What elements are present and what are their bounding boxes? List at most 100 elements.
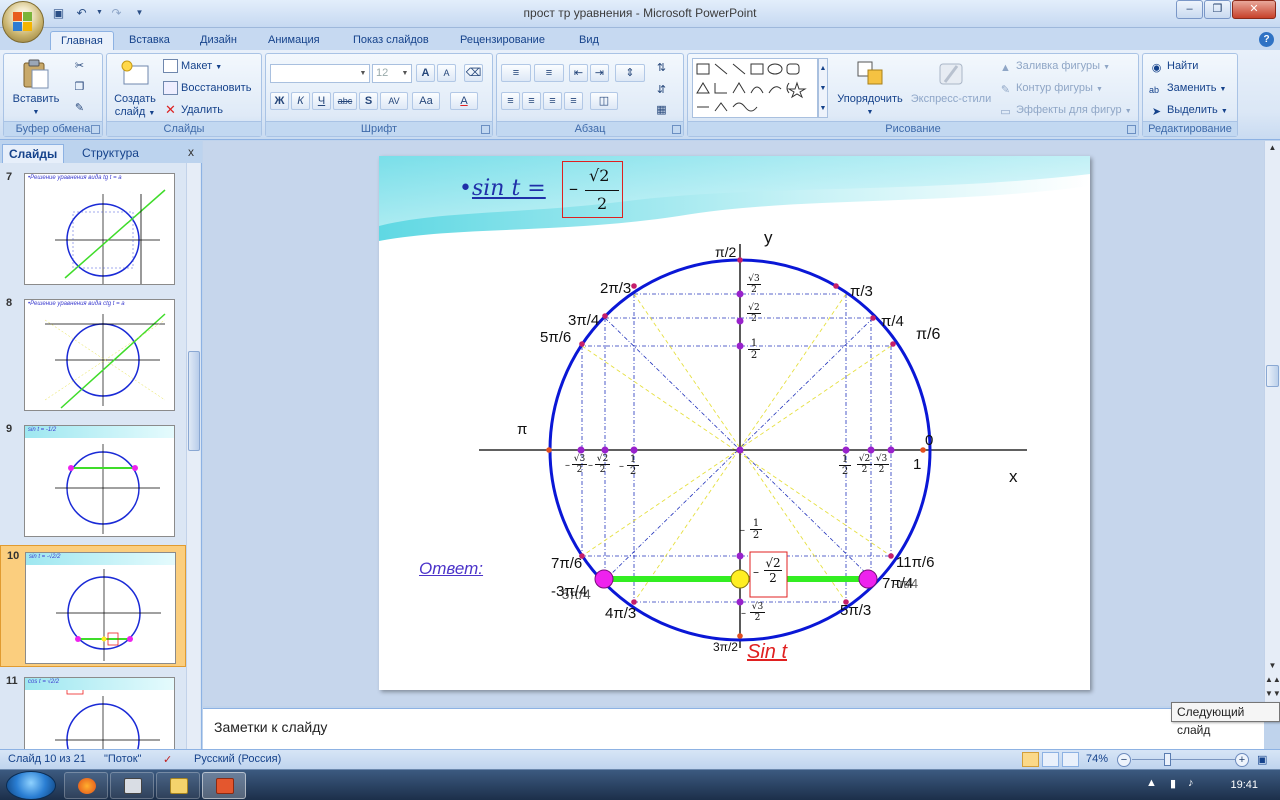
tab-slides[interactable]: Слайды (2, 144, 65, 163)
taskbar-firefox[interactable] (64, 772, 108, 799)
minimize-button[interactable]: – (1176, 0, 1203, 19)
quick-styles-button[interactable]: Экспресс-стили (908, 58, 994, 106)
shadow-button[interactable]: S (359, 92, 378, 110)
slideshow-view-icon[interactable] (1062, 752, 1079, 767)
decrease-indent-icon[interactable]: ⇤ (569, 64, 588, 82)
zoom-level[interactable]: 74% (1086, 753, 1108, 765)
shapes-gallery-scroll[interactable]: ▲ ▼ ▼ (818, 58, 828, 118)
shape-fill-button[interactable]: ▲ Заливка фигуры ▼ (998, 57, 1110, 75)
paragraph-launcher-icon[interactable] (672, 125, 681, 134)
zoom-slider-track[interactable] (1132, 759, 1235, 760)
font-size-combo[interactable]: 12 ▼ (372, 64, 412, 83)
tab-home[interactable]: Главная (50, 31, 114, 50)
taskbar-calculator[interactable] (110, 772, 154, 799)
select-button[interactable]: ➤ Выделить ▼ (1149, 101, 1228, 119)
justify-icon[interactable]: ≡ (564, 92, 583, 110)
grow-font-button[interactable]: A (416, 64, 435, 82)
slide-thumbnail-11[interactable]: 11 cos t = √2/2 (0, 671, 186, 749)
numbering-icon[interactable]: ≡ (534, 64, 564, 82)
clock[interactable]: 19:41 (1230, 779, 1258, 791)
show-hidden-icons-icon[interactable]: ▲ (1146, 777, 1157, 789)
scroll-down-icon[interactable]: ▼ (1265, 659, 1280, 673)
spellcheck-icon[interactable]: ✓ (163, 753, 172, 766)
slide-canvas[interactable]: •sin t = – √2 2 y x π/2 π/3 π/4 π/6 2π/3… (379, 156, 1090, 690)
slide-thumbnail-7[interactable]: 7 •Решение уравнения вида tg t = a (0, 167, 186, 289)
italic-button[interactable]: К (291, 92, 310, 110)
text-direction-icon[interactable]: ⇅ (652, 60, 671, 78)
scroll-thumb[interactable] (188, 351, 200, 451)
tab-outline[interactable]: Структура (76, 144, 145, 163)
scroll-thumb[interactable] (1266, 365, 1279, 387)
network-icon[interactable]: ▮ (1170, 777, 1176, 790)
replace-button[interactable]: ab Заменить ▼ (1149, 79, 1226, 97)
shape-effects-button[interactable]: ▭ Эффекты для фигур ▼ (998, 101, 1131, 119)
copy-icon[interactable]: ❐ (70, 79, 89, 97)
slide-thumbnail-8[interactable]: 8 •Решение уравнения вида ctg t = a (0, 293, 186, 415)
tab-design[interactable]: Дизайн (190, 31, 247, 50)
zoom-in-icon[interactable]: + (1235, 753, 1249, 767)
font-name-combo[interactable]: ▼ (270, 64, 370, 83)
normal-view-icon[interactable] (1022, 752, 1039, 767)
slide-scrollbar[interactable]: ▲ ▼ ▲▲ ▼▼ (1264, 141, 1280, 706)
scroll-up-icon[interactable]: ▲ (1265, 141, 1280, 155)
slide-thumbnail-10[interactable]: 10 sin t = -√2/2 (0, 545, 186, 667)
find-button[interactable]: ◉ Найти (1149, 57, 1199, 75)
zoom-out-icon[interactable]: − (1117, 753, 1131, 767)
group-editing: ◉ Найти ab Заменить ▼ ➤ Выделить ▼ Редактир… (1142, 53, 1238, 137)
slide-thumbnail-9[interactable]: 9 sin t = -1/2 (0, 419, 186, 541)
font-color-button[interactable]: A (450, 92, 478, 110)
tab-review[interactable]: Рецензирование (450, 31, 555, 50)
change-case-button[interactable]: Aa (412, 92, 440, 110)
drawing-launcher-icon[interactable] (1127, 125, 1136, 134)
tab-animation[interactable]: Анимация (258, 31, 330, 50)
align-right-icon[interactable]: ≡ (543, 92, 562, 110)
close-pane-icon[interactable]: x (188, 145, 194, 159)
bold-button[interactable]: Ж (270, 92, 289, 110)
restore-button[interactable]: ❐ (1204, 0, 1231, 19)
zoom-slider-thumb[interactable] (1164, 753, 1171, 766)
new-slide-button[interactable]: Создать слайд ▼ (111, 58, 159, 120)
shrink-font-button[interactable]: A (437, 64, 456, 82)
layout-button[interactable]: Макет ▼ (163, 57, 222, 75)
thumbnails-scrollbar[interactable] (186, 163, 200, 749)
bullets-icon[interactable]: ≡ (501, 64, 531, 82)
clear-format-icon[interactable]: ⌫ (464, 64, 483, 82)
smartart-icon[interactable]: ▦ (652, 102, 671, 120)
previous-slide-icon[interactable]: ▲▲ (1265, 673, 1280, 687)
tab-insert[interactable]: Вставка (119, 31, 180, 50)
help-icon[interactable]: ? (1259, 32, 1274, 47)
next-slide-icon[interactable]: ▼▼ (1265, 687, 1280, 701)
align-left-icon[interactable]: ≡ (501, 92, 520, 110)
cut-icon[interactable]: ✂ (70, 58, 89, 76)
align-text-icon[interactable]: ⇵ (652, 82, 671, 100)
increase-indent-icon[interactable]: ⇥ (590, 64, 609, 82)
font-launcher-icon[interactable] (481, 125, 490, 134)
delete-slide-button[interactable]: ✕ Удалить (163, 101, 223, 119)
tab-view[interactable]: Вид (569, 31, 609, 50)
volume-icon[interactable]: ♪ (1188, 777, 1194, 789)
thumbnail-title: sin t = -1/2 (28, 427, 57, 433)
start-button[interactable] (6, 771, 56, 800)
tab-slideshow[interactable]: Показ слайдов (343, 31, 439, 50)
underline-button[interactable]: Ч (312, 92, 331, 110)
language-indicator[interactable]: Русский (Россия) (194, 753, 281, 765)
strikethrough-button[interactable]: abc (333, 92, 357, 110)
clipboard-launcher-icon[interactable] (91, 125, 100, 134)
char-spacing-button[interactable]: AV (380, 92, 408, 110)
fit-to-window-icon[interactable]: ▣ (1257, 753, 1267, 766)
shapes-gallery[interactable] (692, 58, 818, 118)
arrange-button[interactable]: Упорядочить ▼ (832, 58, 908, 119)
paste-button[interactable]: Вставить ▼ (12, 58, 60, 119)
notes-pane[interactable]: Заметки к слайду (203, 708, 1264, 749)
align-center-icon[interactable]: ≡ (522, 92, 541, 110)
reset-button[interactable]: Восстановить (163, 79, 251, 97)
close-button[interactable]: ✕ (1232, 0, 1276, 19)
taskbar-explorer[interactable] (156, 772, 200, 799)
format-painter-icon[interactable]: ✎ (70, 100, 89, 118)
slide-sorter-icon[interactable] (1042, 752, 1059, 767)
taskbar-powerpoint[interactable] (202, 772, 246, 799)
office-button[interactable] (2, 1, 44, 43)
line-spacing-icon[interactable]: ⇕ (615, 64, 645, 82)
columns-icon[interactable]: ◫ (590, 92, 618, 110)
shape-outline-button[interactable]: ✎ Контур фигуры ▼ (998, 79, 1103, 97)
